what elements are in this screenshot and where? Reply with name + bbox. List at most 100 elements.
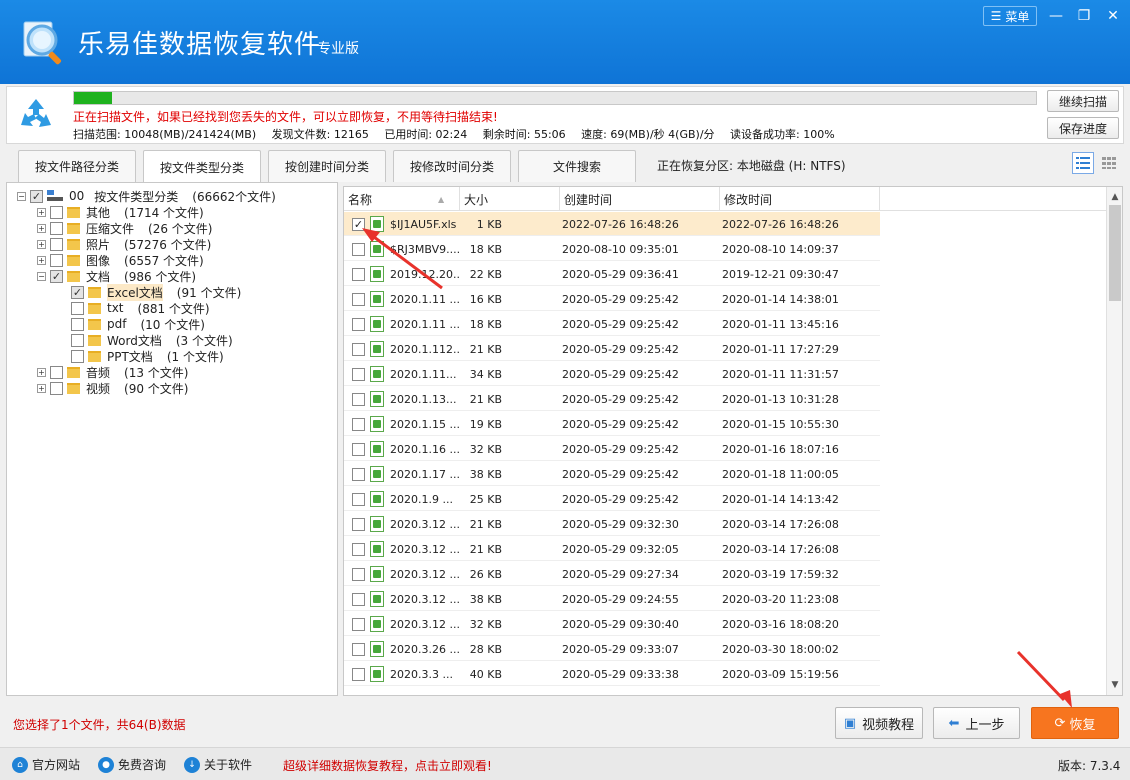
save-progress-button[interactable]: 保存进度 bbox=[1047, 117, 1119, 139]
collapse-icon[interactable]: − bbox=[17, 191, 26, 201]
row-checkbox[interactable] bbox=[352, 543, 365, 556]
tree-item[interactable]: + 音频 (13 个文件) bbox=[37, 364, 188, 380]
table-row[interactable]: 2020.3.3 ... 40 KB 2020-05-29 09:33:38 2020… bbox=[344, 662, 1106, 687]
video-tutorial-button[interactable]: ▣ 视频教程 bbox=[835, 707, 923, 739]
free-consult-link[interactable]: ● 免费咨询 bbox=[98, 756, 166, 773]
tree-checkbox[interactable] bbox=[50, 253, 63, 267]
tree-checkbox[interactable]: ✓ bbox=[71, 285, 84, 299]
row-checkbox[interactable] bbox=[352, 268, 365, 281]
tab-by-path[interactable]: 按文件路径分类 bbox=[18, 150, 136, 182]
column-name[interactable]: 名称 ▲ bbox=[344, 187, 460, 211]
tree-checkbox[interactable] bbox=[50, 237, 63, 251]
table-row[interactable]: 2020.3.12 ... 21 KB 2020-05-29 09:32:05 202… bbox=[344, 537, 1106, 562]
tree-checkbox[interactable] bbox=[71, 301, 84, 315]
restore-icon[interactable]: ❐ bbox=[1074, 6, 1094, 26]
row-checkbox[interactable] bbox=[352, 243, 365, 256]
table-row[interactable]: 2020.1.11... 34 KB 2020-05-29 09:25:42 2020… bbox=[344, 362, 1106, 387]
row-checkbox[interactable] bbox=[352, 393, 365, 406]
continue-scan-button[interactable]: 继续扫描 bbox=[1047, 90, 1119, 112]
tree-checkbox[interactable] bbox=[71, 349, 84, 363]
list-scrollbar[interactable]: ▲ ▼ bbox=[1106, 187, 1122, 695]
row-checkbox[interactable] bbox=[352, 368, 365, 381]
table-row[interactable]: 2020.1.13... 21 KB 2020-05-29 09:25:42 2020… bbox=[344, 387, 1106, 412]
tree-root[interactable]: − ✓ 00 按文件类型分类 (66662个文件) bbox=[17, 188, 276, 204]
official-website-link[interactable]: ⌂ 官方网站 bbox=[12, 756, 80, 773]
tree-checkbox[interactable] bbox=[71, 317, 84, 331]
scroll-thumb[interactable] bbox=[1109, 205, 1121, 301]
tree-item[interactable]: + 其他 (1714 个文件) bbox=[37, 204, 204, 220]
row-checkbox[interactable] bbox=[352, 343, 365, 356]
table-row[interactable]: 2020.3.26 ... 28 KB 2020-05-29 09:33:07 202… bbox=[344, 637, 1106, 662]
tree-item[interactable]: txt (881 个文件) bbox=[71, 300, 210, 316]
table-row[interactable]: ✓ $IJ1AU5F.xls 1 KB 2022-07-26 16:48:26 2022… bbox=[344, 212, 1106, 237]
tree-checkbox[interactable] bbox=[50, 221, 63, 235]
tree-checkbox[interactable]: ✓ bbox=[50, 269, 63, 283]
tree-item[interactable]: pdf (10 个文件) bbox=[71, 316, 205, 332]
row-checkbox[interactable] bbox=[352, 443, 365, 456]
tab-by-created[interactable]: 按创建时间分类 bbox=[268, 150, 386, 182]
row-checkbox[interactable] bbox=[352, 318, 365, 331]
table-row[interactable]: 2019.12.20... 22 KB 2020-05-29 09:36:41 201… bbox=[344, 262, 1106, 287]
collapse-icon[interactable]: − bbox=[37, 271, 46, 281]
table-row[interactable]: 2020.1.11 ... 16 KB 2020-05-29 09:25:42 202… bbox=[344, 287, 1106, 312]
row-checkbox[interactable] bbox=[352, 643, 365, 656]
scroll-down-icon[interactable]: ▼ bbox=[1107, 677, 1122, 693]
table-row[interactable]: 2020.1.17 ... 38 KB 2020-05-29 09:25:42 202… bbox=[344, 462, 1106, 487]
list-view-icon[interactable] bbox=[1072, 152, 1094, 174]
row-checkbox[interactable] bbox=[352, 418, 365, 431]
close-icon[interactable]: ✕ bbox=[1103, 6, 1123, 26]
recover-button[interactable]: ⟳ 恢复 bbox=[1031, 707, 1119, 739]
tab-by-type[interactable]: 按文件类型分类 bbox=[143, 150, 261, 183]
table-row[interactable]: 2020.1.16 ... 32 KB 2020-05-29 09:25:42 202… bbox=[344, 437, 1106, 462]
grid-view-icon[interactable] bbox=[1098, 152, 1120, 174]
tree-checkbox[interactable] bbox=[71, 333, 84, 347]
expand-icon[interactable]: + bbox=[37, 383, 46, 393]
tab-file-search[interactable]: 文件搜索 bbox=[518, 150, 636, 182]
tree-item[interactable]: Word文档 (3 个文件) bbox=[71, 332, 233, 348]
tree-checkbox[interactable] bbox=[50, 205, 63, 219]
tutorial-promo-link[interactable]: 超级详细数据恢复教程，点击立即观看! bbox=[283, 757, 492, 774]
table-row[interactable]: 2020.1.15 ... 19 KB 2020-05-29 09:25:42 202… bbox=[344, 412, 1106, 437]
tree-item[interactable]: PPT文档 (1 个文件) bbox=[71, 348, 224, 364]
row-checkbox[interactable]: ✓ bbox=[352, 218, 365, 231]
table-row[interactable]: 2020.3.12 ... 21 KB 2020-05-29 09:32:30 202… bbox=[344, 512, 1106, 537]
expand-icon[interactable]: + bbox=[37, 207, 46, 217]
tree-checkbox[interactable] bbox=[50, 365, 63, 379]
row-checkbox[interactable] bbox=[352, 593, 365, 606]
minimize-icon[interactable]: — bbox=[1046, 6, 1066, 26]
about-software-link[interactable]: ↓ 关于软件 bbox=[184, 756, 252, 773]
table-row[interactable]: 2020.3.12 ... 38 KB 2020-05-29 09:24:55 202… bbox=[344, 587, 1106, 612]
table-row[interactable]: 2020.1.11 ... 18 KB 2020-05-29 09:25:42 202… bbox=[344, 312, 1106, 337]
tree-item[interactable]: + 图像 (6557 个文件) bbox=[37, 252, 204, 268]
expand-icon[interactable]: + bbox=[37, 255, 46, 265]
tree-checkbox[interactable]: ✓ bbox=[30, 189, 43, 203]
table-row[interactable]: $RJ3MBV9.... 18 KB 2020-08-10 09:35:01 2020… bbox=[344, 237, 1106, 262]
table-row[interactable]: 2020.3.12 ... 32 KB 2020-05-29 09:30:40 202… bbox=[344, 612, 1106, 637]
tree-item[interactable]: + 照片 (57276 个文件) bbox=[37, 236, 211, 252]
tree-item[interactable]: + 压缩文件 (26 个文件) bbox=[37, 220, 212, 236]
column-size[interactable]: 大小 bbox=[460, 187, 560, 211]
column-modified[interactable]: 修改时间 bbox=[720, 187, 880, 211]
tree-item[interactable]: ✓ Excel文档 (91 个文件) bbox=[71, 283, 241, 301]
row-checkbox[interactable] bbox=[352, 668, 365, 681]
row-checkbox[interactable] bbox=[352, 518, 365, 531]
tab-by-modified[interactable]: 按修改时间分类 bbox=[393, 150, 511, 182]
table-row[interactable]: 2020.1.112... 21 KB 2020-05-29 09:25:42 202… bbox=[344, 337, 1106, 362]
table-row[interactable]: 2020.1.9 ... 25 KB 2020-05-29 09:25:42 2020… bbox=[344, 487, 1106, 512]
expand-icon[interactable]: + bbox=[37, 223, 46, 233]
row-checkbox[interactable] bbox=[352, 568, 365, 581]
scroll-up-icon[interactable]: ▲ bbox=[1107, 189, 1122, 205]
column-created[interactable]: 创建时间 bbox=[560, 187, 720, 211]
tree-item[interactable]: + 视频 (90 个文件) bbox=[37, 380, 188, 396]
tree-item[interactable]: − ✓ 文档 (986 个文件) bbox=[37, 268, 196, 284]
table-row[interactable]: 2020.3.12 ... 26 KB 2020-05-29 09:27:34 202… bbox=[344, 562, 1106, 587]
expand-icon[interactable]: + bbox=[37, 239, 46, 249]
row-checkbox[interactable] bbox=[352, 468, 365, 481]
previous-step-button[interactable]: ⬅ 上一步 bbox=[933, 707, 1020, 739]
row-checkbox[interactable] bbox=[352, 493, 365, 506]
row-checkbox[interactable] bbox=[352, 293, 365, 306]
menu-button[interactable]: ☰ 菜单 bbox=[983, 6, 1037, 26]
row-checkbox[interactable] bbox=[352, 618, 365, 631]
expand-icon[interactable]: + bbox=[37, 367, 46, 377]
tree-checkbox[interactable] bbox=[50, 381, 63, 395]
